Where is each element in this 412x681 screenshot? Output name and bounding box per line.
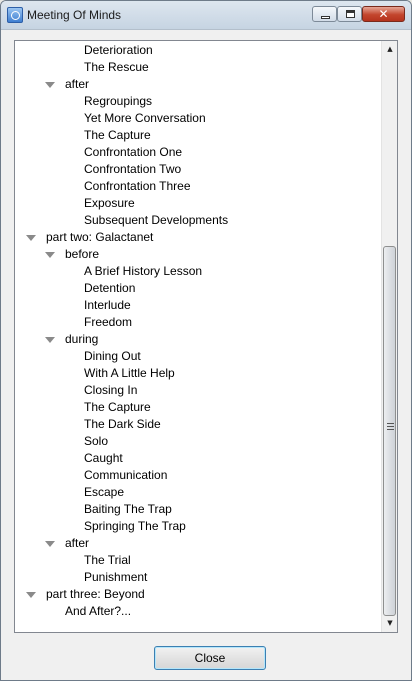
tree-item[interactable]: Interlude bbox=[15, 297, 381, 314]
tree-item[interactable]: The Trial bbox=[15, 552, 381, 569]
expand-arrow-icon[interactable] bbox=[26, 235, 36, 241]
tree-item-label: Confrontation One bbox=[84, 145, 183, 159]
tree-item[interactable]: Solo bbox=[15, 433, 381, 450]
tree-item-label: A Brief History Lesson bbox=[84, 264, 203, 278]
tree-item-label: Baiting The Trap bbox=[84, 502, 172, 516]
tree-item-label: Dining Out bbox=[84, 349, 141, 363]
tree-item-label: Communication bbox=[84, 468, 168, 482]
tree-item[interactable]: Detention bbox=[15, 280, 381, 297]
grip-icon bbox=[387, 423, 394, 432]
app-icon bbox=[7, 7, 23, 23]
tree-item[interactable]: after bbox=[15, 76, 381, 93]
tree-item[interactable]: Deterioration bbox=[15, 42, 381, 59]
tree-item-label: The Capture bbox=[84, 128, 151, 142]
expand-arrow-icon[interactable] bbox=[45, 541, 55, 547]
tree-item[interactable]: Freedom bbox=[15, 314, 381, 331]
tree-item-label: Solo bbox=[84, 434, 109, 448]
tree-item[interactable]: before bbox=[15, 246, 381, 263]
tree-item-label: Regroupings bbox=[84, 94, 153, 108]
expand-arrow-icon[interactable] bbox=[45, 82, 55, 88]
tree-item[interactable]: The Capture bbox=[15, 399, 381, 416]
tree-item[interactable]: Escape bbox=[15, 484, 381, 501]
tree-item-label: Freedom bbox=[84, 315, 133, 329]
tree-item[interactable]: Springing The Trap bbox=[15, 518, 381, 535]
tree-item[interactable]: Confrontation Three bbox=[15, 178, 381, 195]
tree-item-label: Subsequent Developments bbox=[84, 213, 229, 227]
tree-item[interactable]: Baiting The Trap bbox=[15, 501, 381, 518]
tree-item-label: The Trial bbox=[84, 553, 131, 567]
tree-item-label: Interlude bbox=[84, 298, 131, 312]
dialog-window: Meeting Of Minds ✕ Deterioration The Resc… bbox=[0, 0, 412, 681]
tree-item-label: Confrontation Three bbox=[84, 179, 191, 193]
tree-item[interactable]: The Capture bbox=[15, 127, 381, 144]
close-window-button[interactable]: ✕ bbox=[362, 6, 405, 22]
tree-item-label: Caught bbox=[84, 451, 123, 465]
minimize-icon bbox=[321, 16, 330, 19]
close-icon: ✕ bbox=[378, 7, 389, 21]
tree-item[interactable]: Exposure bbox=[15, 195, 381, 212]
tree-item-label: part two: Galactanet bbox=[46, 230, 154, 244]
close-button[interactable]: Close bbox=[154, 646, 266, 670]
tree-item-label: Exposure bbox=[84, 196, 135, 210]
maximize-icon bbox=[346, 10, 355, 18]
tree-item[interactable]: The Dark Side bbox=[15, 416, 381, 433]
tree-item-label: during bbox=[65, 332, 99, 346]
tree-item[interactable]: after bbox=[15, 535, 381, 552]
tree-item[interactable]: Caught bbox=[15, 450, 381, 467]
tree-item[interactable]: Confrontation Two bbox=[15, 161, 381, 178]
tree-item[interactable]: Punishment bbox=[15, 569, 381, 586]
tree-list: Deterioration The Rescue after Regroupings Y… bbox=[15, 41, 381, 632]
tree-item-label: With A Little Help bbox=[84, 366, 175, 380]
tree-item-label: And After?... bbox=[65, 604, 132, 618]
tree-item-label: The Rescue bbox=[84, 60, 149, 74]
tree-item-label: Yet More Conversation bbox=[84, 111, 206, 125]
tree-item[interactable]: A Brief History Lesson bbox=[15, 263, 381, 280]
tree-item-label: Confrontation Two bbox=[84, 162, 182, 176]
chapter-tree[interactable]: Deterioration The Rescue after Regroupings Y… bbox=[14, 40, 398, 633]
tree-item-label: The Dark Side bbox=[84, 417, 161, 431]
tree-item[interactable]: Subsequent Developments bbox=[15, 212, 381, 229]
tree-item[interactable]: part two: Galactanet bbox=[15, 229, 381, 246]
minimize-button[interactable] bbox=[312, 6, 337, 22]
expand-arrow-icon[interactable] bbox=[26, 592, 36, 598]
tree-item-label: before bbox=[65, 247, 100, 261]
title-bar[interactable]: Meeting Of Minds ✕ bbox=[1, 1, 411, 30]
tree-item[interactable]: The Rescue bbox=[15, 59, 381, 76]
scroll-up-icon[interactable]: ▲ bbox=[382, 41, 397, 58]
tree-item-label: Closing In bbox=[84, 383, 138, 397]
window-title: Meeting Of Minds bbox=[27, 8, 122, 22]
tree-item-label: after bbox=[65, 536, 90, 550]
tree-item[interactable]: Closing In bbox=[15, 382, 381, 399]
scroll-thumb[interactable] bbox=[383, 246, 396, 616]
scroll-down-icon[interactable]: ▼ bbox=[382, 615, 397, 632]
tree-item-label: after bbox=[65, 77, 90, 91]
tree-item[interactable]: during bbox=[15, 331, 381, 348]
tree-item[interactable]: Communication bbox=[15, 467, 381, 484]
tree-item-label: part three: Beyond bbox=[46, 587, 145, 601]
tree-item-label: Detention bbox=[84, 281, 136, 295]
vertical-scrollbar[interactable]: ▲ ▼ bbox=[381, 41, 397, 632]
tree-item[interactable]: Yet More Conversation bbox=[15, 110, 381, 127]
tree-item[interactable]: part three: Beyond bbox=[15, 586, 381, 603]
expand-arrow-icon[interactable] bbox=[45, 337, 55, 343]
maximize-button[interactable] bbox=[337, 6, 362, 22]
tree-item-label: Escape bbox=[84, 485, 125, 499]
tree-item-label: The Capture bbox=[84, 400, 151, 414]
expand-arrow-icon[interactable] bbox=[45, 252, 55, 258]
tree-item[interactable]: Confrontation One bbox=[15, 144, 381, 161]
tree-item[interactable]: With A Little Help bbox=[15, 365, 381, 382]
tree-item-label: Deterioration bbox=[84, 43, 153, 57]
tree-item[interactable]: And After?... bbox=[15, 603, 381, 620]
tree-item[interactable]: Regroupings bbox=[15, 93, 381, 110]
tree-item[interactable]: Dining Out bbox=[15, 348, 381, 365]
tree-item-label: Punishment bbox=[84, 570, 148, 584]
tree-item-label: Springing The Trap bbox=[84, 519, 186, 533]
